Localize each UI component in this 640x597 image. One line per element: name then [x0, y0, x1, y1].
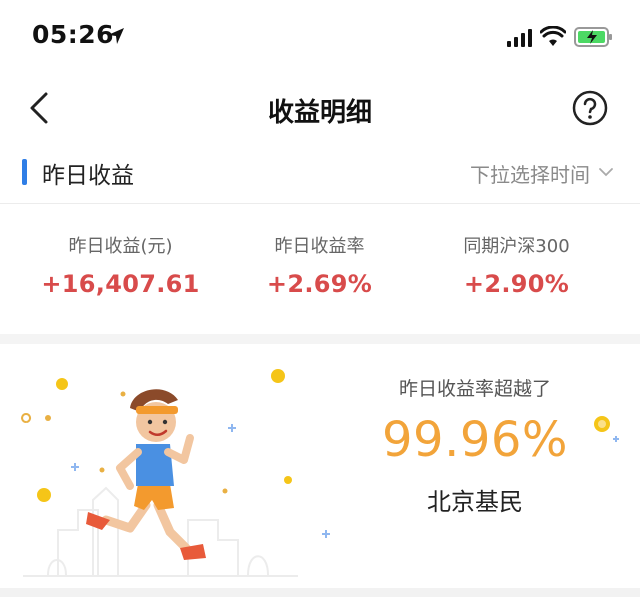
- runner-illustration: [21, 369, 330, 577]
- bottom-gap: [0, 588, 640, 597]
- cellular-signal-icon: [507, 29, 532, 47]
- beat-group: 北京基民: [427, 488, 523, 516]
- divider: [0, 203, 640, 204]
- stat-yesterday-return-rate: 昨日收益率 +2.69%: [213, 232, 426, 298]
- section-gap: [0, 334, 640, 344]
- question-circle-icon[interactable]: [572, 90, 608, 126]
- page-title: 收益明细: [267, 98, 372, 128]
- battery-charging-icon: [574, 27, 612, 47]
- stat-value: +2.69%: [266, 270, 373, 298]
- time-picker[interactable]: 下拉选择时间: [470, 159, 590, 188]
- navigation-bar: 收益明细: [0, 80, 640, 136]
- stat-value: +2.90%: [463, 270, 570, 298]
- coin-icon: [594, 416, 619, 442]
- beat-percentage: 99.96%: [381, 412, 569, 468]
- stat-value: +16,407.61: [41, 270, 200, 298]
- stat-label: 同期沪深300: [463, 236, 570, 257]
- section-title: 昨日收益: [42, 163, 134, 189]
- status-time: 05:26: [32, 20, 115, 49]
- section-header: 昨日收益 下拉选择时间: [0, 150, 640, 196]
- beat-caption: 昨日收益率超越了: [398, 378, 551, 400]
- chevron-down-icon[interactable]: [598, 166, 614, 178]
- stat-csi300: 同期沪深300 +2.90%: [410, 232, 623, 298]
- location-arrow-icon: [108, 28, 124, 44]
- status-bar: 05:26: [0, 0, 640, 74]
- stat-label: 昨日收益(元): [68, 236, 173, 257]
- section-accent-bar: [22, 159, 27, 185]
- wifi-icon: [540, 26, 566, 46]
- stat-label: 昨日收益率: [274, 236, 365, 257]
- stat-yesterday-earnings: 昨日收益(元) +16,407.61: [14, 232, 227, 298]
